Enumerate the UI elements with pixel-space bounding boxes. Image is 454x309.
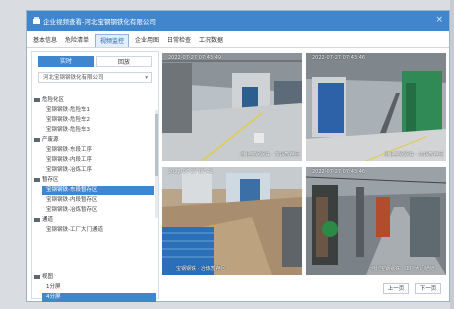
tab-hazard-list[interactable]: 危险清单 bbox=[63, 34, 91, 47]
prev-page-button[interactable]: 上一页 bbox=[383, 283, 409, 294]
camera-4-image bbox=[306, 167, 446, 275]
chevron-down-icon: ▾ bbox=[145, 75, 148, 81]
tree-group[interactable]: 危险化区 bbox=[34, 96, 64, 105]
folder-icon bbox=[34, 97, 40, 102]
camera-feed[interactable]: 2022-07-27 07:43:46 河北宝钢钢铁 · 内段暂存区 bbox=[306, 53, 446, 161]
window-shadow bbox=[450, 0, 454, 309]
camera-feed[interactable]: 2022-07-27 07:43 宝钢钢铁 · 冶炼暂存区 bbox=[162, 167, 302, 275]
tree-leaf[interactable]: 宝钢钢铁-内段暂存区 bbox=[46, 196, 98, 205]
camera-timestamp: 2022-07-27 07:43:49 bbox=[168, 55, 222, 61]
camera-1-image bbox=[162, 53, 302, 161]
tab-daily-check[interactable]: 日常检查 bbox=[165, 34, 193, 47]
tab-video-monitoring[interactable]: 视频监控 bbox=[95, 34, 129, 47]
camera-3-image bbox=[162, 167, 302, 275]
folder-icon bbox=[34, 177, 40, 182]
camera-timestamp: 2022-07-27 07:43 bbox=[168, 169, 214, 175]
folder-icon bbox=[34, 217, 40, 222]
tree-leaf[interactable]: 宝钢钢铁-工厂大门通道 bbox=[46, 226, 103, 235]
tree-leaf[interactable]: 宝钢钢铁-危险车3 bbox=[46, 126, 90, 135]
camera-timestamp: 2022-07-27 07:43:46 bbox=[312, 55, 366, 61]
camera-tree: 危险化区 宝钢钢铁-危险车1 宝钢钢铁-危险车2 宝钢钢铁-危险车3 产废源 宝… bbox=[34, 96, 154, 246]
title-bar[interactable]: 企业视频查看-河北宝钢钢铁化有限公司 × bbox=[27, 11, 449, 31]
window-title: 企业视频查看-河北宝钢钢铁化有限公司 bbox=[43, 18, 156, 26]
tree-scrollbar[interactable] bbox=[155, 110, 158, 218]
next-page-button[interactable]: 下一页 bbox=[415, 283, 441, 294]
tree-leaf[interactable]: 宝钢钢铁-危险车1 bbox=[46, 106, 90, 115]
dialog-window: 企业视频查看-河北宝钢钢铁化有限公司 × 基本信息 危险清单 视频监控 企业用图… bbox=[26, 10, 450, 302]
view-heading: 视图 bbox=[34, 273, 53, 282]
tab-enterprise-map[interactable]: 企业用图 bbox=[133, 34, 161, 47]
view-option-4-split[interactable]: 4分屏 bbox=[42, 293, 156, 302]
app-icon bbox=[33, 17, 40, 24]
tree-group[interactable]: 通道 bbox=[34, 216, 53, 225]
tree-leaf[interactable]: 宝钢钢铁-内段工序 bbox=[46, 156, 92, 165]
video-grid: 2022-07-27 07:43:49 河北宝钢钢铁 · 东段暂存区 2022-… bbox=[162, 53, 446, 275]
camera-label: 河北宝钢钢铁 · 工厂大门通道 bbox=[370, 266, 435, 272]
tab-basic-info[interactable]: 基本信息 bbox=[31, 34, 59, 47]
tree-group[interactable]: 暂存区 bbox=[34, 176, 59, 185]
subtab-live[interactable]: 实时 bbox=[38, 56, 94, 67]
camera-tree-panel: 实时 回放 河北宝钢钢铁化有限公司 ▾ 危险化区 宝钢钢铁-危险车1 宝钢钢铁-… bbox=[31, 51, 159, 302]
tree-leaf-selected[interactable]: 宝钢钢铁-东段暂存区 bbox=[42, 186, 154, 195]
folder-icon bbox=[34, 137, 40, 142]
company-select[interactable]: 河北宝钢钢铁化有限公司 ▾ bbox=[38, 72, 152, 83]
close-icon[interactable]: × bbox=[435, 15, 443, 25]
tab-bar: 基本信息 危险清单 视频监控 企业用图 日常检查 工况数据 bbox=[27, 31, 449, 48]
tree-leaf[interactable]: 宝钢钢铁-东段工序 bbox=[46, 146, 92, 155]
folder-icon bbox=[34, 274, 40, 279]
camera-label: 河北宝钢钢铁 · 内段暂存区 bbox=[384, 152, 444, 158]
camera-label: 宝钢钢铁 · 冶炼暂存区 bbox=[176, 266, 226, 272]
view-option-1-split[interactable]: 1分屏 bbox=[42, 283, 156, 292]
camera-2-image bbox=[306, 53, 446, 161]
camera-feed[interactable]: 2022-07-27 07:43:49 河北宝钢钢铁 · 东段暂存区 bbox=[162, 53, 302, 161]
camera-timestamp: 2022-07-27 07:43:46 bbox=[312, 169, 366, 175]
camera-label: 河北宝钢钢铁 · 东段暂存区 bbox=[240, 152, 300, 158]
camera-feed[interactable]: 2022-07-27 07:43:46 河北宝钢钢铁 · 工厂大门通道 bbox=[306, 167, 446, 275]
tree-leaf[interactable]: 宝钢钢铁-危险车2 bbox=[46, 116, 90, 125]
scrollbar-thumb[interactable] bbox=[155, 114, 158, 176]
tree-leaf[interactable]: 宝钢钢铁-冶炼暂存区 bbox=[46, 206, 98, 215]
subtab-playback[interactable]: 回放 bbox=[96, 56, 152, 67]
tree-group[interactable]: 产废源 bbox=[34, 136, 59, 145]
tree-leaf[interactable]: 宝钢钢铁-冶炼工序 bbox=[46, 166, 92, 175]
tab-working-data[interactable]: 工况数据 bbox=[197, 34, 225, 47]
company-select-value: 河北宝钢钢铁化有限公司 bbox=[43, 75, 104, 81]
